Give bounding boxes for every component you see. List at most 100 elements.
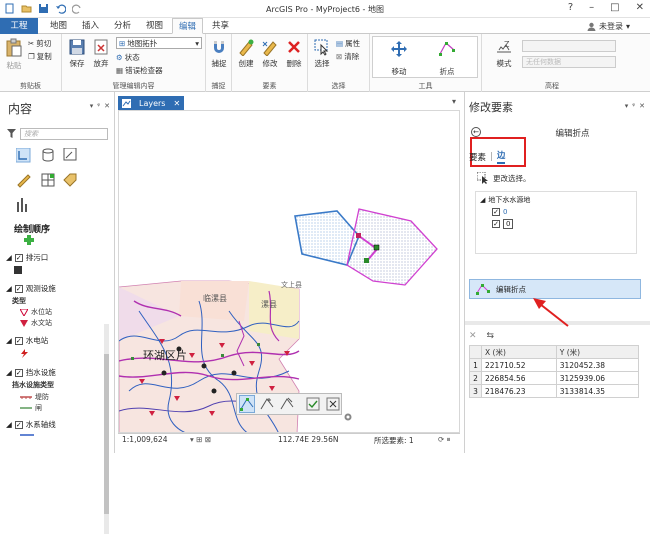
- table-row[interactable]: 3 218476.23 3133814.35: [469, 384, 640, 398]
- filter-icon[interactable]: [7, 129, 16, 138]
- delete-vertex-tool[interactable]: [279, 395, 295, 413]
- error-inspector-button[interactable]: ▦ 错误检查器: [116, 65, 163, 76]
- tree-layer-node[interactable]: ◢ 地下水水源地: [480, 195, 530, 205]
- topology-dropdown[interactable]: ⊞ 地图拓扑 ▾: [116, 37, 202, 49]
- expand-icon[interactable]: ◢: [6, 420, 12, 429]
- expand-icon[interactable]: ◢: [6, 368, 12, 377]
- autohide-icon[interactable]: ᵠ: [632, 102, 635, 110]
- selection-list-icon[interactable]: [63, 147, 77, 161]
- tab-map[interactable]: 地图: [44, 18, 73, 34]
- layer-item-river-axis[interactable]: ◢ ✓ 水系轴线: [6, 419, 56, 430]
- modify-button[interactable]: 修改: [260, 38, 280, 69]
- layer-visibility-checkbox[interactable]: ✓: [14, 284, 23, 293]
- tab-feature[interactable]: 要素: [469, 151, 486, 163]
- contents-search-input[interactable]: 搜索: [20, 128, 108, 140]
- save-edits-button[interactable]: 保存: [66, 38, 88, 69]
- expand-icon[interactable]: ◢: [480, 196, 485, 204]
- move-tool-button[interactable]: 移动: [381, 40, 417, 77]
- x-cell[interactable]: 218476.23: [481, 384, 557, 398]
- tab-view[interactable]: 视图: [140, 18, 169, 34]
- layer-item-hydropower[interactable]: ◢ ✓ 水电站: [6, 335, 48, 346]
- feature-checkbox[interactable]: ✓: [492, 208, 500, 216]
- clear-button[interactable]: ⊠ 清除: [336, 51, 359, 62]
- delete-row-icon[interactable]: ✕: [469, 331, 477, 341]
- refresh-icon[interactable]: ⟳ ⏸: [438, 435, 450, 445]
- y-cell[interactable]: 3133814.35: [555, 384, 640, 398]
- finish-edit-tool[interactable]: [305, 395, 321, 413]
- y-cell[interactable]: 3125939.06: [555, 371, 640, 385]
- layer-item-observation[interactable]: ◢ ✓ 观测设施: [6, 283, 56, 294]
- x-cell[interactable]: 221710.52: [481, 358, 557, 372]
- expand-icon[interactable]: ◢: [6, 336, 12, 345]
- tab-share[interactable]: 共享: [206, 18, 235, 34]
- sign-in[interactable]: 未登录 ▾: [587, 21, 630, 32]
- tab-edge[interactable]: 边: [496, 149, 506, 164]
- tab-edit[interactable]: 编辑: [172, 18, 204, 34]
- layer-visibility-checkbox[interactable]: ✓: [14, 420, 23, 429]
- groundwater-polygon-right[interactable]: [346, 208, 438, 286]
- pin-icon[interactable]: ▾: [90, 102, 94, 110]
- snapping-list-icon[interactable]: [41, 173, 55, 187]
- close-icon[interactable]: ✕: [173, 99, 180, 108]
- elevation-surface-dropdown[interactable]: [522, 40, 616, 52]
- elevation-mode-button[interactable]: Z 模式: [492, 38, 516, 69]
- snapping-button[interactable]: 捕捉: [209, 38, 229, 69]
- expand-icon[interactable]: ◢: [6, 284, 12, 293]
- select-button[interactable]: 选择: [312, 38, 332, 69]
- data-source-icon[interactable]: [42, 148, 54, 162]
- contents-scrollbar[interactable]: [104, 324, 109, 534]
- table-header-x[interactable]: X (米): [481, 345, 557, 359]
- chevron-down-icon[interactable]: ▾: [452, 97, 456, 106]
- table-header-y[interactable]: Y (米): [555, 345, 640, 359]
- help-icon[interactable]: ?: [568, 2, 573, 13]
- expand-icon[interactable]: ◢: [6, 253, 12, 262]
- settings-gear-icon[interactable]: [343, 412, 353, 422]
- edit-vertices-selected-row[interactable]: 编辑折点: [469, 279, 641, 299]
- pin-icon[interactable]: ▾: [625, 102, 629, 110]
- close-icon[interactable]: ✕: [636, 2, 644, 13]
- feature-checkbox[interactable]: ✓: [492, 220, 500, 228]
- status-button[interactable]: ⚙ 状态: [116, 52, 140, 63]
- table-row[interactable]: 1 221710.52 3120452.38: [469, 358, 640, 372]
- scale-readout[interactable]: 1:1,009,624: [122, 435, 167, 444]
- layer-visibility-checkbox[interactable]: ✓: [14, 336, 23, 345]
- minimize-icon[interactable]: –: [589, 2, 594, 13]
- autohide-icon[interactable]: ᵠ: [97, 102, 100, 110]
- x-cell[interactable]: 226854.56: [481, 371, 557, 385]
- y-cell[interactable]: 3120452.38: [555, 358, 640, 372]
- tab-analysis[interactable]: 分析: [108, 18, 137, 34]
- drawing-order-icon[interactable]: [15, 147, 31, 163]
- add-layer-icon[interactable]: [24, 235, 34, 245]
- scrollbar-thumb[interactable]: [104, 354, 109, 514]
- create-button[interactable]: 创建: [236, 38, 256, 69]
- table-row[interactable]: 2 226854.56 3125939.06: [469, 371, 640, 385]
- swap-icon[interactable]: ⇆: [487, 331, 495, 341]
- close-icon[interactable]: ✕: [104, 102, 110, 110]
- copy-button[interactable]: ❐ 复制: [28, 51, 52, 62]
- vertices-tool-button[interactable]: 折点: [429, 40, 465, 77]
- layer-visibility-checkbox[interactable]: ✓: [14, 368, 23, 377]
- discard-button[interactable]: 放弃: [90, 38, 112, 69]
- edit-vertices-tool[interactable]: [239, 395, 256, 413]
- pane-divider[interactable]: [465, 321, 650, 325]
- tree-feature-node[interactable]: ✓ 0: [492, 219, 514, 229]
- cut-button[interactable]: ✂ 剪切: [28, 38, 51, 49]
- cancel-edit-tool[interactable]: [325, 395, 341, 413]
- editing-pencil-icon[interactable]: [17, 174, 31, 188]
- scale-dropdown-icon[interactable]: ▾ ⊞ ⊠: [190, 435, 211, 444]
- vertex-handle[interactable]: [373, 244, 380, 251]
- labeling-tag-icon[interactable]: [63, 173, 77, 187]
- vertex-handle[interactable]: [356, 233, 361, 238]
- layer-item-water-retaining[interactable]: ◢ ✓ 挡水设施: [6, 367, 56, 378]
- change-selection-button[interactable]: 更改选择。: [477, 172, 531, 184]
- charts-icon[interactable]: [17, 198, 27, 212]
- tree-feature-node[interactable]: ✓ 0: [492, 208, 507, 216]
- maximize-icon[interactable]: □: [610, 2, 619, 13]
- tab-project[interactable]: 工程: [0, 18, 38, 34]
- map-canvas[interactable]: 临漯县 漯县 环湖区片 文上县: [118, 110, 460, 433]
- paste-button[interactable]: 粘贴: [4, 38, 24, 71]
- add-vertex-tool[interactable]: [259, 395, 275, 413]
- delete-button[interactable]: 删除: [284, 38, 304, 69]
- map-tab[interactable]: Layers ✕: [118, 96, 185, 110]
- vertex-handle[interactable]: [364, 258, 369, 263]
